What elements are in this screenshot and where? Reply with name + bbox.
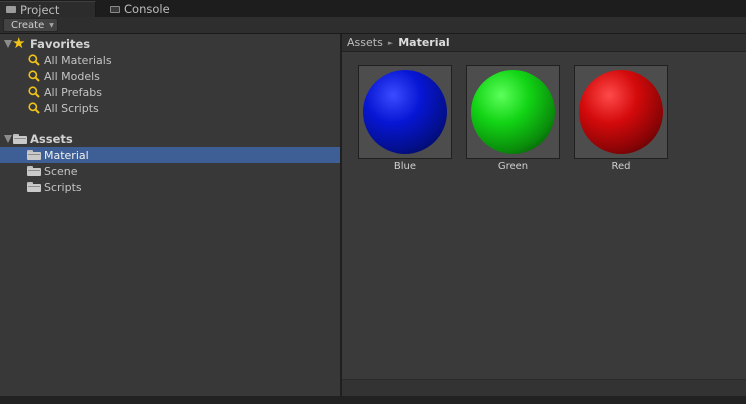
star-icon: ★ [12,34,26,52]
favorite-item-label: All Scripts [44,101,99,115]
expand-triangle-icon[interactable] [4,135,12,143]
asset-thumbnail [466,65,560,159]
search-icon [28,86,40,98]
tab-console-label: Console [124,2,170,16]
tree-item-label: Scripts [44,180,82,194]
breadcrumb-current[interactable]: Material [398,36,449,49]
search-icon [28,70,40,82]
console-icon [110,5,120,13]
material-sphere-preview [579,70,663,154]
tab-project-label: Project [20,2,60,17]
favorites-label: Favorites [30,37,91,51]
favorite-item-label: All Materials [44,53,112,67]
asset-thumbnail [358,65,452,159]
project-toolbar: Create ▼ [0,17,746,34]
chevron-down-icon: ▼ [49,21,54,29]
asset-name: Red [611,161,631,172]
breadcrumb: Assets ► Material [342,34,746,52]
favorite-item-all-models[interactable]: All Models [0,68,340,84]
expand-triangle-icon[interactable] [4,40,12,48]
material-sphere-preview [471,70,555,154]
tree-item-label: Scene [44,164,78,178]
window-footer [0,396,746,404]
tree-item-material[interactable]: Material [0,147,340,163]
favorite-item-all-prefabs[interactable]: All Prefabs [0,84,340,100]
breadcrumb-separator-icon: ► [387,38,394,47]
asset-browser-panel: Assets ► Material Blue Green Red [342,34,746,396]
favorite-item-label: All Models [44,69,100,83]
tab-console[interactable]: Console [104,1,194,17]
folder-tree-panel: ★ Favorites All Materials All Models All… [0,34,340,396]
tree-item-scripts[interactable]: Scripts [0,179,340,195]
asset-name: Green [497,161,529,172]
asset-tile-blue[interactable]: Blue [358,65,452,172]
favorites-header[interactable]: ★ Favorites [0,34,340,52]
tree-item-label: Material [44,148,89,162]
create-button-label: Create [11,19,45,31]
window-tab-bar: Project Console [0,0,746,17]
create-dropdown-button[interactable]: Create ▼ [3,18,58,32]
asset-browser-status-bar [342,379,746,396]
asset-tile-green[interactable]: Green [466,65,560,172]
assets-label: Assets [30,132,73,146]
folder-icon [13,134,27,144]
search-icon [28,102,40,114]
tab-project[interactable]: Project [0,1,96,17]
favorite-item-all-scripts[interactable]: All Scripts [0,100,340,116]
favorite-item-all-materials[interactable]: All Materials [0,52,340,68]
folder-icon [27,166,41,176]
breadcrumb-root[interactable]: Assets [347,36,383,49]
asset-name: Blue [393,161,417,172]
material-sphere-preview [363,70,447,154]
asset-thumbnail [574,65,668,159]
search-icon [28,54,40,66]
tree-item-scene[interactable]: Scene [0,163,340,179]
folder-icon [27,150,41,160]
asset-tile-red[interactable]: Red [574,65,668,172]
favorite-item-label: All Prefabs [44,85,102,99]
folder-icon [6,6,16,13]
assets-header[interactable]: Assets [0,131,340,147]
folder-icon [27,182,41,192]
